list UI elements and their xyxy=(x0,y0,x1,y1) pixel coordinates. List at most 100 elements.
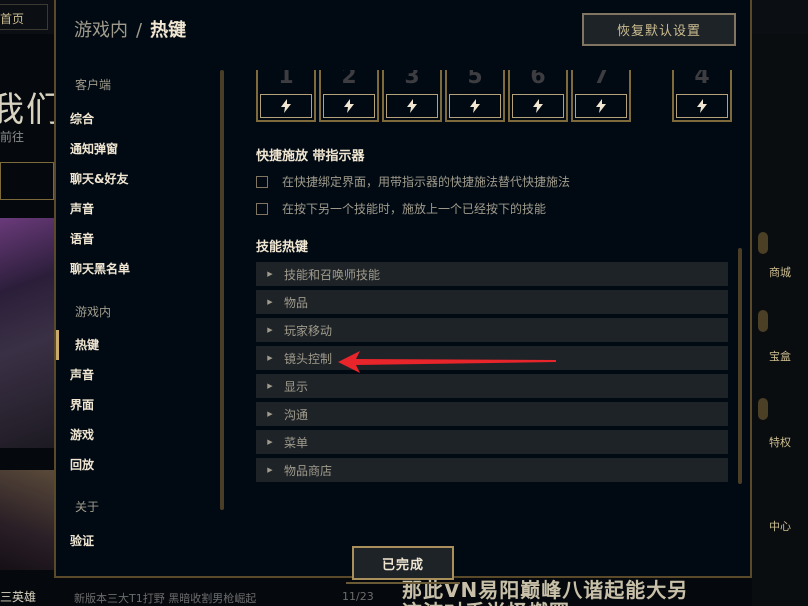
caret-right-icon: ▶ xyxy=(267,354,273,362)
sidebar-item-client-sound[interactable]: 声音 xyxy=(70,200,94,217)
caret-right-icon: ▶ xyxy=(267,466,273,474)
sidebar-item-general[interactable]: 综合 xyxy=(70,110,94,127)
page-title: 热键 xyxy=(150,20,187,41)
sidebar-item-replays[interactable]: 回放 xyxy=(70,456,94,473)
item-slot-3[interactable]: 3 xyxy=(382,70,442,122)
item-slot-key[interactable] xyxy=(676,94,728,118)
checkbox[interactable] xyxy=(256,202,268,215)
item-slot-number: 5 xyxy=(467,70,483,89)
sidebar-item-verification[interactable]: 验证 xyxy=(70,532,94,549)
content-scrollbar[interactable] xyxy=(738,248,742,484)
banner-go-link[interactable]: 前往 xyxy=(0,128,24,145)
caret-right-icon: ▶ xyxy=(267,438,273,446)
item-slot-number: 6 xyxy=(530,70,546,89)
lightning-bolt-icon xyxy=(281,99,291,113)
hero-label: 三英雄 xyxy=(0,590,37,604)
sidebar-scrollbar[interactable] xyxy=(220,70,224,510)
sidebar-item-interface[interactable]: 界面 xyxy=(70,396,94,413)
quick-cast-option-2[interactable]: 在按下另一个技能时，施放上一个已经按下的技能 xyxy=(256,200,546,217)
caret-right-icon: ▶ xyxy=(267,410,273,418)
right-item-3[interactable]: 中心 xyxy=(752,518,808,534)
hotkey-section-items[interactable]: ▶ 物品 xyxy=(256,290,728,314)
sidebar-active-indicator xyxy=(56,330,59,360)
lightning-bolt-icon xyxy=(596,99,606,113)
sidebar-item-notifications[interactable]: 通知弹窗 xyxy=(70,140,118,157)
item-slot-2[interactable]: 2 xyxy=(319,70,379,122)
ability-hotkeys-title: 技能热键 xyxy=(256,240,309,255)
item-slot-key[interactable] xyxy=(575,94,627,118)
champion-art-secondary xyxy=(0,470,54,570)
settings-modal: 游戏内 / 热键 恢复默认设置 客户端 综合 通知弹窗 聊天&好友 声音 语音 聊天… xyxy=(54,0,752,578)
sidebar-item-hotkeys[interactable]: 热键 xyxy=(75,336,99,353)
privilege-icon xyxy=(758,398,768,420)
lightning-bolt-icon xyxy=(533,99,543,113)
hotkey-section-label: 镜头控制 xyxy=(284,351,333,366)
sidebar-item-ingame-sound[interactable]: 声音 xyxy=(70,366,94,383)
sidebar-item-game[interactable]: 游戏 xyxy=(70,426,94,443)
lightning-bolt-icon xyxy=(470,99,480,113)
hotkey-section-menu[interactable]: ▶ 菜单 xyxy=(256,430,728,454)
red-arrow-annotation xyxy=(338,351,556,373)
done-button[interactable]: 已完成 xyxy=(352,546,454,580)
hotkey-section-item-shop[interactable]: ▶ 物品商店 xyxy=(256,458,728,482)
banner-button-frame xyxy=(0,162,54,200)
sidebar-item-voice[interactable]: 语音 xyxy=(70,230,94,247)
news-date: 11/23 xyxy=(342,590,374,603)
news-headline[interactable]: 新版本三大T1打野 黑暗收割男枪崛起 xyxy=(74,590,256,606)
right-item-0[interactable]: 商城 xyxy=(752,264,808,280)
champion-art xyxy=(0,218,54,448)
sidebar-item-chat-friends[interactable]: 聊天&好友 xyxy=(70,170,128,187)
promo-line-2: 这波对手尚怪燃圈 xyxy=(402,596,570,606)
breadcrumb-parent: 游戏内 xyxy=(74,20,128,41)
hotkey-section-communication[interactable]: ▶ 沟通 xyxy=(256,402,728,426)
hotkey-section-display[interactable]: ▶ 显示 xyxy=(256,374,728,398)
shop-icon xyxy=(758,232,768,254)
item-slot-trinket[interactable]: 4 xyxy=(672,70,732,122)
item-slot-row: 1 2 3 5 6 7 4 xyxy=(256,70,736,126)
right-item-2[interactable]: 特权 xyxy=(752,434,808,450)
item-slot-number: 3 xyxy=(404,70,420,89)
right-item-1[interactable]: 宝盒 xyxy=(752,348,808,364)
hotkey-section-label: 菜单 xyxy=(284,435,309,450)
banner-headline: 我们 xyxy=(0,90,62,130)
item-slot-key[interactable] xyxy=(386,94,438,118)
checkbox-label: 在快捷绑定界面，用带指示器的快捷施法替代快捷施法 xyxy=(282,175,571,189)
hotkey-section-label: 物品 xyxy=(284,295,309,310)
hotkey-section-label: 显示 xyxy=(284,379,309,394)
hotkey-section-movement[interactable]: ▶ 玩家移动 xyxy=(256,318,728,342)
item-slot-key[interactable] xyxy=(449,94,501,118)
item-slot-number: 7 xyxy=(593,70,609,89)
item-slot-number: 4 xyxy=(694,70,710,89)
hotkey-section-label: 玩家移动 xyxy=(284,323,333,338)
lightning-bolt-icon xyxy=(697,99,707,113)
lightning-bolt-icon xyxy=(344,99,354,113)
caret-right-icon: ▶ xyxy=(267,382,273,390)
hotkey-section-abilities[interactable]: ▶ 技能和召唤师技能 xyxy=(256,262,728,286)
sidebar-group-about: 关于 xyxy=(75,500,100,514)
checkbox-label: 在按下另一个技能时，施放上一个已经按下的技能 xyxy=(282,202,547,216)
item-slot-6[interactable]: 6 xyxy=(508,70,568,122)
breadcrumb-separator: / xyxy=(136,20,143,41)
quick-cast-option-1[interactable]: 在快捷绑定界面，用带指示器的快捷施法替代快捷施法 xyxy=(256,173,570,190)
item-slot-number: 1 xyxy=(278,70,294,89)
hotkey-section-label: 沟通 xyxy=(284,407,309,422)
lightning-bolt-icon xyxy=(407,99,417,113)
home-tab[interactable]: 首页 xyxy=(0,10,24,27)
item-slot-5[interactable]: 5 xyxy=(445,70,505,122)
item-slot-key[interactable] xyxy=(512,94,564,118)
item-slot-1[interactable]: 1 xyxy=(256,70,316,122)
sidebar-item-chat-blocklist[interactable]: 聊天黑名单 xyxy=(70,260,130,277)
checkbox[interactable] xyxy=(256,175,268,188)
hotkey-section-label: 技能和召唤师技能 xyxy=(284,267,381,282)
item-slot-key[interactable] xyxy=(260,94,312,118)
item-slot-7[interactable]: 7 xyxy=(571,70,631,122)
sidebar-group-client: 客户端 xyxy=(75,78,112,92)
caret-right-icon: ▶ xyxy=(267,326,273,334)
breadcrumb: 游戏内 / 热键 xyxy=(74,16,186,42)
restore-defaults-button[interactable]: 恢复默认设置 xyxy=(582,13,736,46)
box-icon xyxy=(758,310,768,332)
item-slot-key[interactable] xyxy=(323,94,375,118)
quick-cast-title: 快捷施放 带指示器 xyxy=(256,149,365,164)
caret-right-icon: ▶ xyxy=(267,298,273,306)
sidebar-group-ingame: 游戏内 xyxy=(75,305,112,319)
